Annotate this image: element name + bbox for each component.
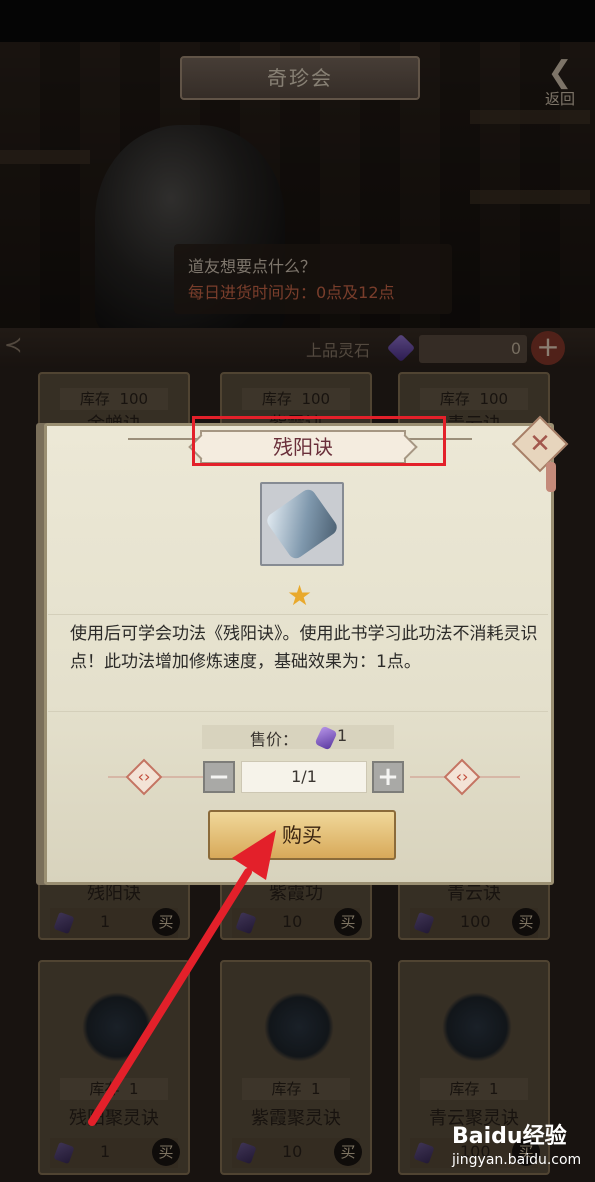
watermark-url: jingyan.baidu.com [452, 1152, 582, 1168]
arrow-shaft [88, 868, 252, 1126]
arrow-head [232, 830, 276, 880]
annotation-arrow [88, 830, 276, 1126]
watermark-logo: Baidu经验 [452, 1124, 567, 1149]
